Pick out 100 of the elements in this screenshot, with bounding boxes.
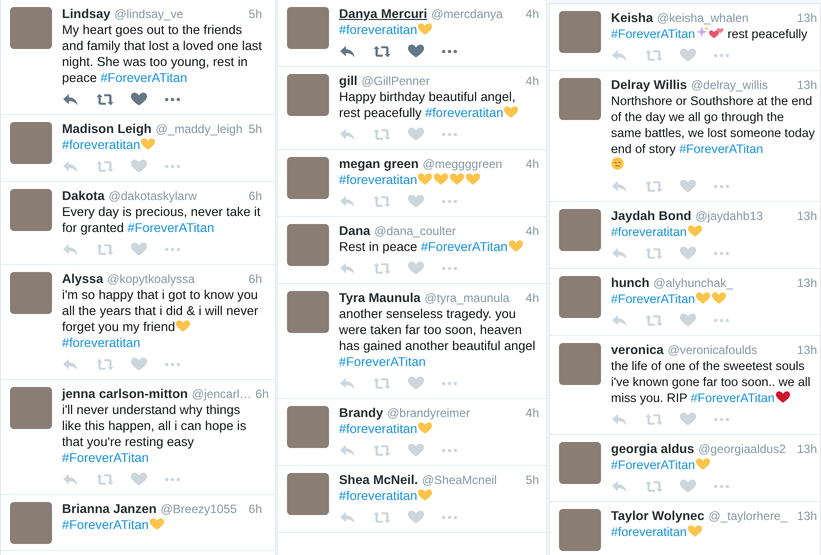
- user-name[interactable]: Shea McNeil.: [339, 472, 418, 488]
- user-handle[interactable]: @Breezy1055: [160, 501, 237, 517]
- user-handle[interactable]: @jencarl…: [192, 386, 252, 402]
- hashtag-link[interactable]: #foreveratitan: [611, 525, 687, 539]
- more-icon[interactable]: [164, 96, 181, 102]
- heart-icon[interactable]: [408, 44, 424, 58]
- user-name[interactable]: Keisha: [611, 10, 653, 26]
- user-handle[interactable]: @kopytkoalyssa: [107, 271, 195, 287]
- user-name[interactable]: Dana: [339, 223, 370, 239]
- tweet-time[interactable]: 4h: [522, 223, 539, 239]
- hashtag-link[interactable]: #ForeverATitan: [679, 142, 764, 156]
- user-name[interactable]: Alyssa: [62, 271, 104, 287]
- user-name[interactable]: Tyra Maunula: [339, 290, 421, 306]
- avatar-photo-placeholder: [287, 224, 329, 266]
- user-name[interactable]: gill: [339, 73, 358, 89]
- reply-icon[interactable]: [339, 44, 356, 58]
- tweet-time[interactable]: 4h: [522, 405, 539, 421]
- tweet-time[interactable]: 13h: [792, 275, 817, 291]
- user-handle[interactable]: @tyra_maunula: [424, 290, 510, 306]
- hashtag-link[interactable]: #ForeverATitan: [339, 354, 426, 369]
- hashtag-link[interactable]: #ForeverATitan: [62, 450, 149, 465]
- user-handle[interactable]: @lindsay_ve: [114, 6, 184, 22]
- user-name[interactable]: georgia aldus: [611, 441, 694, 457]
- hashtag-link[interactable]: #foreveratitan: [339, 421, 418, 436]
- hashtag-link[interactable]: #foreveratitan: [62, 335, 140, 350]
- more-icon[interactable]: [441, 48, 458, 54]
- user-name[interactable]: Delray Willis: [611, 77, 687, 93]
- hashtag-link[interactable]: #foreveratitan: [611, 225, 687, 239]
- user-handle[interactable]: @delray_willis: [691, 77, 768, 93]
- user-name[interactable]: Brandy: [339, 405, 384, 421]
- avatar-photo-placeholder: [559, 442, 601, 484]
- user-name[interactable]: Taylor Wolynec: [611, 508, 704, 524]
- tweet-time[interactable]: 5h: [244, 121, 262, 137]
- tweet-text: another senseless tragedy. you were taken far too soon, heaven has gained another beautiful angel #ForeverATitan: [339, 306, 536, 370]
- hashtag-link[interactable]: #foreveratitan: [425, 105, 504, 120]
- hashtag-link[interactable]: #ForeverATitan: [611, 458, 696, 472]
- avatar-photo-placeholder: [10, 189, 52, 231]
- tweet-time[interactable]: 6h: [251, 386, 269, 402]
- user-name[interactable]: Dakota: [62, 188, 105, 204]
- tweet-time[interactable]: 4h: [522, 156, 539, 172]
- tweet-time[interactable]: 5h: [522, 472, 539, 488]
- avatar-photo-placeholder: [287, 7, 329, 49]
- tweet-time[interactable]: 4h: [522, 73, 539, 89]
- user-handle[interactable]: @mercdanya: [431, 6, 503, 22]
- tweet-time[interactable]: 13h: [792, 208, 817, 224]
- user-handle[interactable]: @brandyreimer: [387, 405, 470, 421]
- avatar-photo-placeholder: [559, 209, 601, 251]
- avatar-photo-placeholder: [287, 473, 329, 515]
- reply-icon[interactable]: [62, 92, 79, 106]
- tweet-time[interactable]: 5h: [244, 6, 262, 22]
- user-handle[interactable]: @_taylorhere_: [708, 508, 788, 524]
- user-handle[interactable]: @alyhunchak_: [653, 275, 733, 291]
- user-handle[interactable]: @georgiaaldus2: [698, 441, 786, 457]
- user-name[interactable]: hunch: [611, 275, 650, 291]
- tweet-time[interactable]: 6h: [244, 271, 262, 287]
- tweet-time[interactable]: 13h: [792, 441, 817, 457]
- tweet-time[interactable]: 13h: [792, 77, 817, 93]
- user-name[interactable]: jenna carlson-mitton: [62, 386, 188, 402]
- user-handle[interactable]: @_maddy_leigh: [156, 121, 242, 137]
- hashtag-link[interactable]: #foreveratitan: [339, 172, 418, 187]
- user-name[interactable]: Brianna Janzen: [62, 501, 157, 517]
- hashtag-link[interactable]: #foreveratitan: [62, 137, 140, 152]
- tweet-time[interactable]: 6h: [244, 188, 262, 204]
- tweet-text: Happy birthday beautiful angel, rest peacefully #foreveratitan: [339, 89, 539, 121]
- tweet-time[interactable]: 13h: [792, 508, 817, 524]
- hashtag-link[interactable]: #ForeverATitan: [127, 220, 214, 235]
- tweet-time[interactable]: 6h: [244, 501, 262, 517]
- user-handle[interactable]: @veronicafoulds: [668, 342, 758, 358]
- tweet-time[interactable]: 13h: [792, 342, 817, 358]
- user-name[interactable]: Jaydah Bond: [611, 208, 692, 224]
- tweet-text: Every day is precious, never take it for granted #ForeverATitan: [62, 204, 262, 236]
- user-name[interactable]: Madison Leigh: [62, 121, 152, 137]
- user-name[interactable]: veronica: [611, 342, 664, 358]
- hashtag-link[interactable]: #ForeverATitan: [62, 517, 149, 532]
- retweet-icon[interactable]: [96, 92, 114, 106]
- tweet-text: Northshore or Southshore at the end of the day we all go through the same battles, we lost someone today end of story #ForeverATitan: [611, 93, 817, 173]
- retweet-icon[interactable]: [373, 44, 391, 58]
- user-name[interactable]: megan green: [339, 156, 419, 172]
- hashtag-link[interactable]: #ForeverATitan: [611, 292, 696, 306]
- tweet-time[interactable]: 4h: [522, 290, 539, 306]
- hashtag-link[interactable]: #ForeverATitan: [100, 70, 188, 85]
- hashtag-link[interactable]: #foreveratitan: [339, 488, 418, 503]
- user-handle[interactable]: @jaydahb13: [695, 208, 763, 224]
- hashtag-link[interactable]: #ForeverATitan: [690, 391, 775, 405]
- user-name[interactable]: Danya Mercuri: [339, 6, 428, 22]
- tweet-time[interactable]: 4h: [522, 6, 539, 22]
- hashtag-link[interactable]: #foreveratitan: [339, 22, 418, 37]
- tweet-time[interactable]: 13h: [792, 10, 817, 26]
- hashtag-link[interactable]: #ForeverATitan: [420, 239, 508, 254]
- tweet-text: i'll never understand why things like this happen, all i can hope is that you're resting easy #ForeverATitan: [62, 402, 248, 466]
- hashtag-link[interactable]: #ForeverATitan: [611, 27, 696, 41]
- user-handle[interactable]: @dana_coulter: [374, 223, 456, 239]
- user-handle[interactable]: @keisha_whalen: [656, 10, 749, 26]
- user-handle[interactable]: @dakotaskylarw: [108, 188, 197, 204]
- user-handle[interactable]: @GillPenner: [361, 73, 430, 89]
- user-handle[interactable]: @meggggreen: [422, 156, 502, 172]
- heart-icon[interactable]: [131, 92, 147, 106]
- avatar-photo-placeholder: [559, 509, 601, 551]
- user-handle[interactable]: @SheaMcneil: [422, 472, 497, 488]
- user-name[interactable]: Lindsay: [62, 6, 110, 22]
